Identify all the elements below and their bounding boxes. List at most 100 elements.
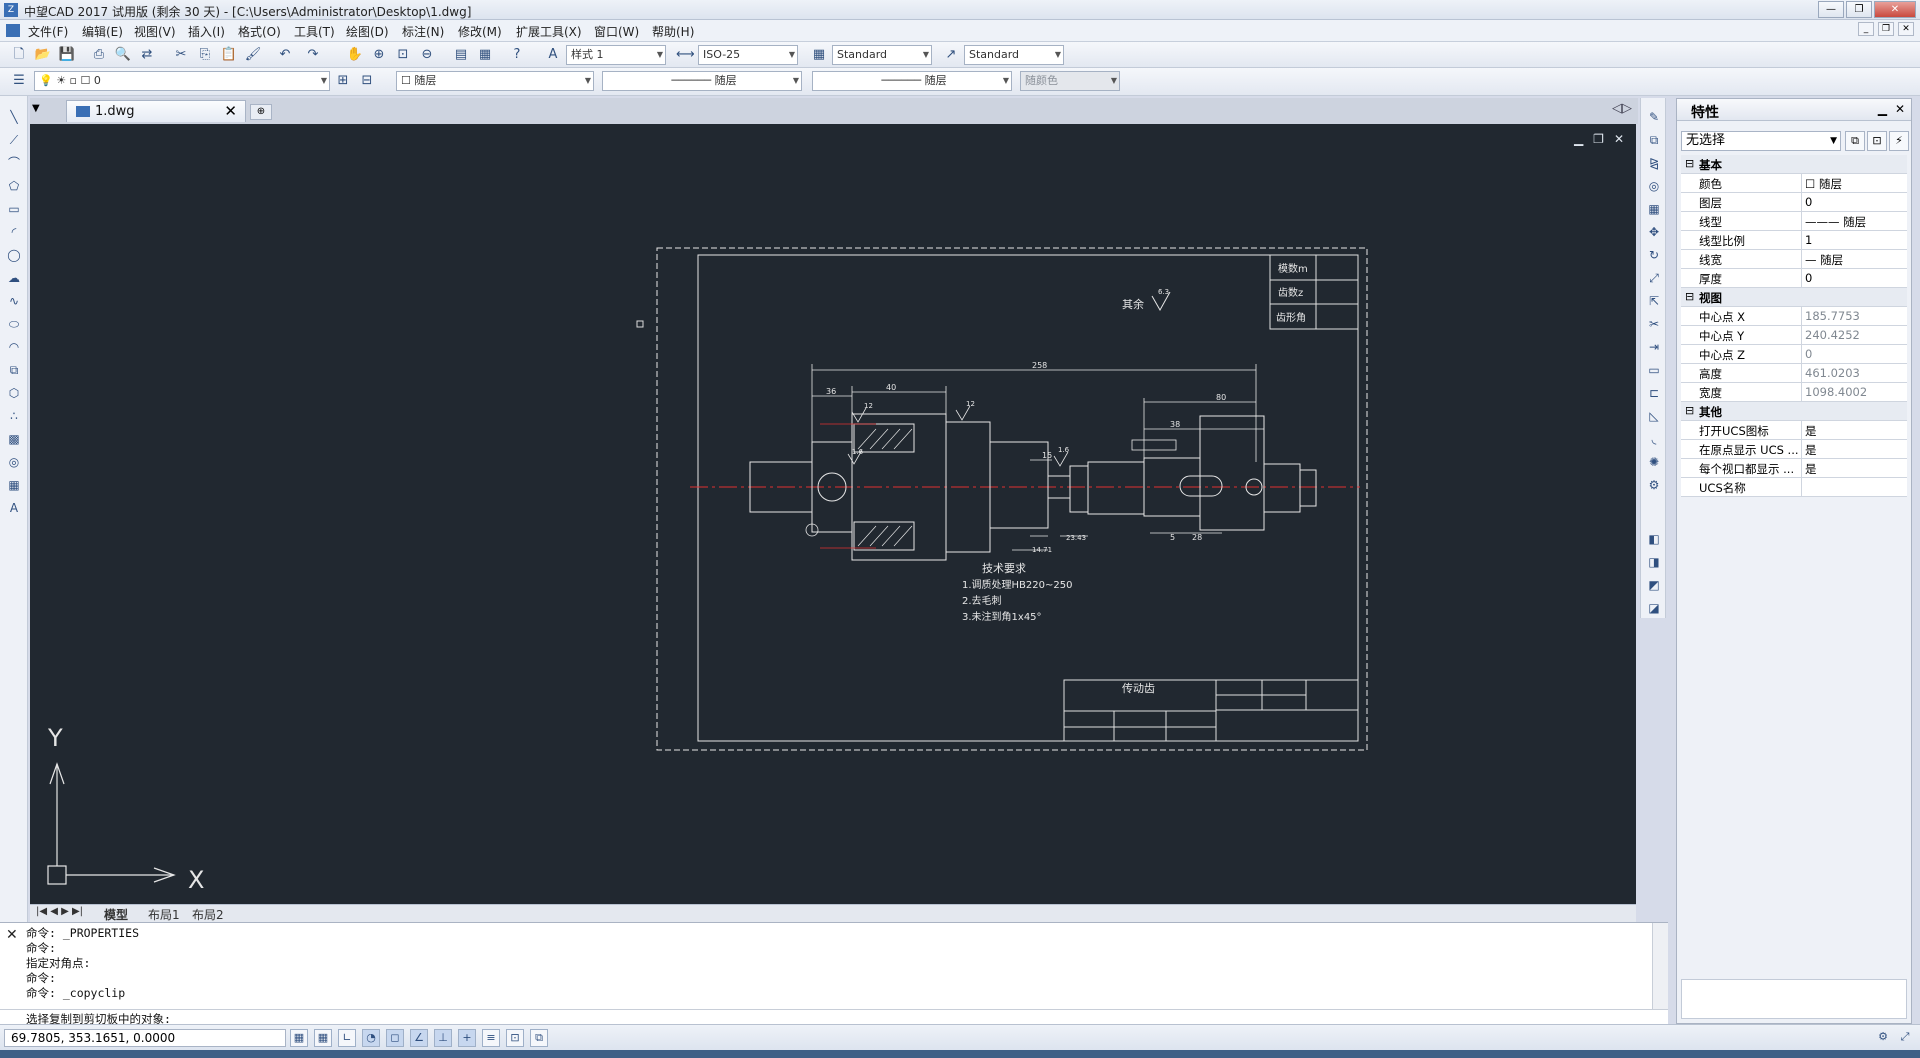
help-icon[interactable]: ? [508,46,526,64]
circle-icon[interactable]: ◯ [5,246,23,264]
tab-list-icon[interactable]: ▼ [32,103,40,114]
tab-nav-arrows[interactable]: ◁▷ [1612,101,1632,116]
layer-select[interactable]: 💡 ☀ ▫ ☐ 0 ▼ [34,71,330,91]
polar-icon[interactable]: ◔ [362,1029,380,1047]
tab-1dwg[interactable]: 1.dwg ✕ [66,100,246,122]
grid-icon[interactable]: ▦ [314,1029,332,1047]
prop-row[interactable]: 线宽 — 随层 [1681,250,1907,269]
extend-icon[interactable]: ⇥ [1645,338,1663,356]
offset-icon[interactable]: ◎ [1645,177,1663,195]
point-icon[interactable]: ∴ [5,407,23,425]
color-select[interactable]: ☐ 随层 ▼ [396,71,594,91]
ortho-icon[interactable]: ∟ [338,1029,356,1047]
menu-tools[interactable]: 工具(T) [294,23,335,40]
selection-dropdown[interactable]: 无选择 ▼ [1681,131,1841,151]
text-style-select[interactable]: 样式 1 ▼ [566,45,666,65]
spline-icon[interactable]: ∿ [5,292,23,310]
section-misc[interactable]: ⊟ 其他 [1681,402,1907,421]
break-icon[interactable]: ▭ [1645,361,1663,379]
zoom-realtime-icon[interactable]: ⊕ [370,46,388,64]
stretch-icon[interactable]: ⇱ [1645,292,1663,310]
menu-view[interactable]: 视图(V) [134,23,176,40]
mdi-close-button[interactable]: ✕ [1898,22,1914,36]
prop-row[interactable]: 高度 461.0203 [1681,364,1907,383]
drawing-canvas[interactable]: ▁ ❐ ✕ 模数m 齿数z 齿形角 其余 6.3 258 36 40 80 38… [30,124,1636,904]
design-center-icon[interactable]: ▦ [476,46,494,64]
draworder-front-icon[interactable]: ◧ [1645,530,1663,548]
edit-attributes-icon[interactable]: ⚙ [1645,476,1663,494]
prop-row[interactable]: 厚度 0 [1681,269,1907,288]
save-icon[interactable]: 💾 [58,46,76,64]
rectangle-icon[interactable]: ▭ [5,200,23,218]
match-properties-icon[interactable]: 🖌 [244,46,262,64]
osnap-icon[interactable]: ◻ [386,1029,404,1047]
prop-row[interactable]: 颜色 ☐ 随层 [1681,174,1907,193]
insert-block-icon[interactable]: ⧉ [5,361,23,379]
rotate-icon[interactable]: ↻ [1645,246,1663,264]
panel-autohide-icon[interactable]: ▁ [1878,102,1887,116]
scale-icon[interactable]: ⤢ [1645,269,1663,287]
selection-cycle-icon[interactable]: ⧉ [530,1029,548,1047]
prop-row[interactable]: 线型 ——— 随层 [1681,212,1907,231]
menu-extension[interactable]: 扩展工具(X) [516,23,582,40]
new-tab-button[interactable]: ⊕ [250,104,272,120]
redo-icon[interactable]: ↷ [304,46,322,64]
layer-previous-icon[interactable]: ⊟ [358,72,376,90]
menu-help[interactable]: 帮助(H) [652,23,694,40]
section-view[interactable]: ⊟ 视图 [1681,288,1907,307]
panel-close-icon[interactable]: ✕ [1895,102,1905,116]
minimize-button[interactable]: — [1818,1,1844,18]
quick-properties-icon[interactable]: ⊡ [506,1029,524,1047]
layout-nav-arrows[interactable]: |◀ ◀ ▶ ▶| [36,906,83,917]
viewport-close-icon[interactable]: ✕ [1614,132,1624,146]
tab-layout1[interactable]: 布局1 [148,906,180,923]
menu-modify[interactable]: 修改(M) [458,23,502,40]
menu-file[interactable]: 文件(F) [28,23,68,40]
prop-row[interactable]: 在原点显示 UCS ... 是 [1681,440,1907,459]
mleader-style-select[interactable]: Standard ▼ [964,45,1064,65]
undo-icon[interactable]: ↶ [276,46,294,64]
prop-row[interactable]: 中心点 Y 240.4252 [1681,326,1907,345]
coordinate-display[interactable]: 69.7805, 353.1651, 0.0000 [4,1029,286,1047]
polygon-icon[interactable]: ⬠ [5,177,23,195]
ray-icon[interactable]: ⟋ [5,131,23,149]
move-icon[interactable]: ✥ [1645,223,1663,241]
fillet-icon[interactable]: ◟ [1645,430,1663,448]
make-current-layer-icon[interactable]: ⊞ [334,72,352,90]
hatch-icon[interactable]: ▩ [5,430,23,448]
prop-row[interactable]: 中心点 Z0 [1681,345,1907,364]
select-objects-icon[interactable]: ⊡ [1867,131,1887,151]
prop-row[interactable]: 宽度 1098.4002 [1681,383,1907,402]
menu-window[interactable]: 窗口(W) [594,23,639,40]
table-style-select[interactable]: Standard ▼ [832,45,932,65]
print-icon[interactable]: ⎙ [90,46,108,64]
viewport-minimize-icon[interactable]: ▁ [1574,132,1583,146]
join-icon[interactable]: ⊏ [1645,384,1663,402]
otrack-icon[interactable]: ∠ [410,1029,428,1047]
menu-edit[interactable]: 编辑(E) [82,23,123,40]
close-command-icon[interactable]: ✕ [6,927,18,943]
pan-icon[interactable]: ✋ [346,46,364,64]
workspace-gear-icon[interactable]: ⚙ [1874,1029,1892,1047]
print-preview-icon[interactable]: 🔍 [114,46,132,64]
tab-layout2[interactable]: 布局2 [192,906,224,923]
mirror-icon[interactable]: ⧎ [1645,154,1663,172]
prop-row[interactable]: 打开UCS图标是 [1681,421,1907,440]
section-general[interactable]: ⊟ 基本 [1681,155,1907,174]
table-icon[interactable]: ▦ [5,476,23,494]
layer-manager-icon[interactable]: ☰ [10,72,28,90]
region-icon[interactable]: ◎ [5,453,23,471]
polyline-icon[interactable]: ⌒ [5,154,23,172]
new-file-icon[interactable]: 🗋 [10,46,28,64]
mtext-icon[interactable]: A [5,499,23,517]
paste-icon[interactable]: 📋 [220,46,238,64]
snap-icon[interactable]: ▦ [290,1029,308,1047]
line-icon[interactable]: ╲ [5,108,23,126]
properties-icon[interactable]: ▤ [452,46,470,64]
zoom-previous-icon[interactable]: ⊖ [418,46,436,64]
linetype-select[interactable]: ────── 随层 ▼ [602,71,802,91]
mdi-restore-button[interactable]: ❐ [1878,22,1894,36]
arc-icon[interactable]: ◜ [5,223,23,241]
prop-row[interactable]: 每个视口都显示 ... 是 [1681,459,1907,478]
prop-row[interactable]: 图层 0 [1681,193,1907,212]
